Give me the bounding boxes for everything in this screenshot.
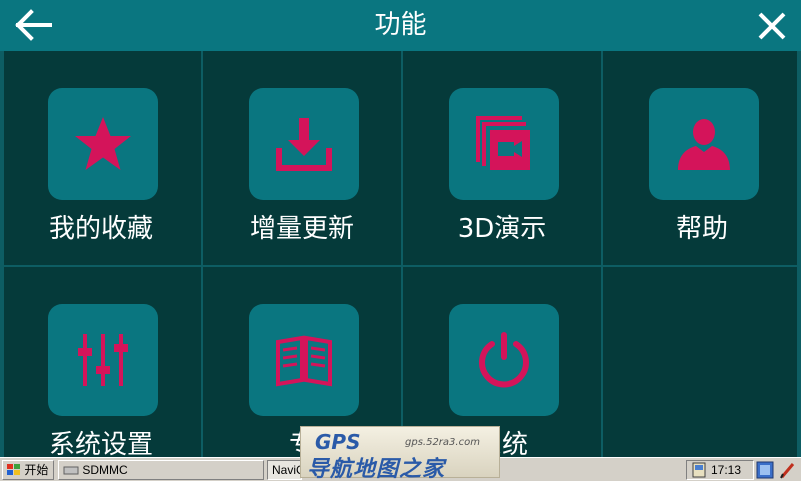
pen-icon[interactable] bbox=[779, 461, 797, 479]
tile-icon-box bbox=[48, 88, 158, 200]
video-icon bbox=[476, 116, 530, 170]
page-title: 功能 bbox=[374, 10, 427, 40]
sliders-icon bbox=[78, 334, 128, 386]
star-icon bbox=[75, 117, 131, 170]
clock[interactable]: 17:13 bbox=[711, 462, 741, 478]
start-button[interactable]: 开始 bbox=[2, 460, 54, 480]
book-icon bbox=[276, 335, 332, 387]
tile-icon-box bbox=[649, 88, 759, 200]
user-icon bbox=[678, 119, 730, 170]
tile-label: 帮助 bbox=[675, 214, 728, 244]
taskbar-item-navic[interactable]: NaviC bbox=[267, 460, 302, 480]
tile-label: 增量更新 bbox=[249, 214, 354, 244]
drive-icon bbox=[63, 466, 79, 475]
tile-icon-box bbox=[449, 88, 559, 200]
title-bar: 功能 bbox=[0, 0, 801, 51]
watermark-url: gps.52ra3.com bbox=[405, 437, 480, 448]
power-icon bbox=[479, 332, 529, 388]
taskbar-item-label: SDMMC bbox=[82, 463, 128, 477]
tile-3d-demo[interactable]: 3D演示 bbox=[403, 51, 601, 265]
tile-incremental-update[interactable]: 增量更新 bbox=[203, 51, 401, 265]
desktop-icon[interactable] bbox=[756, 461, 774, 479]
system-tray: 17:13 bbox=[686, 460, 754, 480]
device-icon[interactable] bbox=[690, 462, 708, 478]
tile-label: 我的收藏 bbox=[48, 214, 153, 244]
download-icon bbox=[276, 118, 332, 171]
watermark-name: 导航地图之家 bbox=[307, 457, 446, 481]
tile-icon-box bbox=[449, 304, 559, 416]
taskbar-item-sdmmc[interactable]: SDMMC bbox=[58, 460, 264, 480]
tile-icon-box bbox=[48, 304, 158, 416]
close-icon[interactable] bbox=[754, 8, 790, 44]
tile-help[interactable]: 帮助 bbox=[603, 51, 801, 265]
tile-icon-box bbox=[249, 304, 359, 416]
start-label: 开始 bbox=[24, 463, 49, 477]
function-grid: 我的收藏 增量更新 3D演示 帮助 系统设置 系统 bbox=[0, 51, 801, 460]
tile-icon-box bbox=[249, 88, 359, 200]
tile-system-settings[interactable]: 系统设置 bbox=[2, 267, 200, 481]
tile-label: 3D演示 bbox=[457, 214, 547, 244]
watermark: GPS gps.52ra3.com 导航地图之家 bbox=[300, 426, 500, 481]
windows-flag-icon bbox=[7, 464, 20, 475]
taskbar-item-label: NaviC bbox=[272, 463, 302, 477]
tile-favorites[interactable]: 我的收藏 bbox=[2, 51, 200, 265]
